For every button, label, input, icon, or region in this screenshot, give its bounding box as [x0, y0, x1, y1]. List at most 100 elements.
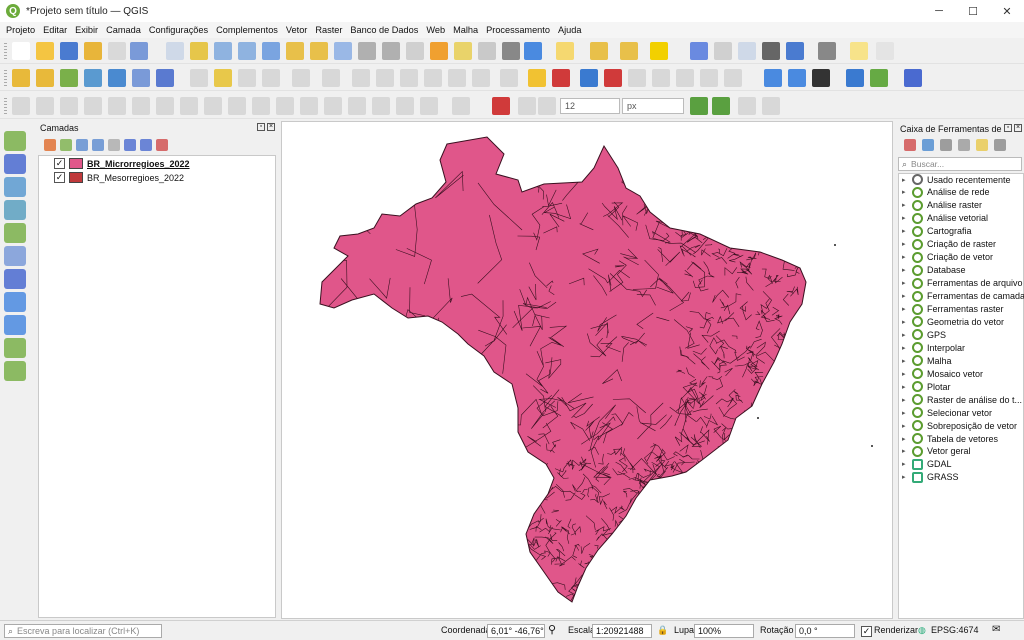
expand-arrow-icon[interactable]: ▸ [902, 370, 912, 378]
select-by-value-icon[interactable] [590, 42, 608, 60]
statistics-icon[interactable] [762, 42, 780, 60]
snapping-magnet-icon[interactable] [492, 97, 510, 115]
style-manager-icon[interactable] [130, 42, 148, 60]
copy-icon[interactable] [400, 69, 418, 87]
trim-extend-icon[interactable] [452, 97, 470, 115]
snapping-tolerance-input[interactable]: 12 [560, 98, 620, 114]
add-point-icon[interactable] [262, 69, 280, 87]
pan-to-selection-icon[interactable] [190, 42, 208, 60]
toolbox-search-input[interactable]: ⌕ Buscar... [898, 157, 1022, 171]
expand-arrow-icon[interactable]: ▸ [902, 266, 912, 274]
snapping-unit-select[interactable]: px [622, 98, 684, 114]
toolbox-tree-item[interactable]: ▸ Database [902, 264, 966, 277]
expand-arrow-icon[interactable]: ▸ [902, 305, 912, 313]
expand-arrow-icon[interactable]: ▸ [902, 227, 912, 235]
add-ring-icon[interactable] [132, 97, 150, 115]
toolbox-tree-item[interactable]: ▸ Tabela de vetores [902, 432, 998, 445]
expand-all-icon[interactable] [124, 139, 136, 151]
render-checkbox[interactable]: ✓ [861, 626, 872, 637]
new-geopackage-icon[interactable] [36, 69, 54, 87]
temporal-icon[interactable] [478, 42, 496, 60]
models-icon[interactable] [904, 139, 916, 151]
toolbox-tree-item[interactable]: ▸ Plotar [902, 380, 951, 393]
expand-arrow-icon[interactable]: ▸ [902, 201, 912, 209]
float-panel-icon[interactable]: ▫ [257, 123, 265, 131]
paste-icon[interactable] [424, 69, 442, 87]
help-icon[interactable] [904, 69, 922, 87]
toolbox-tree-item[interactable]: ▸ Criação de vetor [902, 251, 993, 264]
scripts-icon[interactable] [922, 139, 934, 151]
expand-arrow-icon[interactable]: ▸ [902, 357, 912, 365]
expand-arrow-icon[interactable]: ▸ [902, 447, 912, 455]
add-delimited-text-icon[interactable] [4, 200, 26, 220]
label-abc-icon[interactable] [528, 69, 546, 87]
toolbox-tree-item[interactable]: ▸ Vetor geral [902, 445, 971, 458]
processing-icon[interactable] [738, 42, 756, 60]
advanced-digitize-icon[interactable] [712, 97, 730, 115]
plugin-reload-icon[interactable] [870, 69, 888, 87]
toolbox-tree-item[interactable]: ▸ GDAL [902, 458, 952, 471]
new-project-icon[interactable] [12, 42, 30, 60]
maximize-button[interactable]: ☐ [956, 0, 990, 22]
merge-attrs-icon[interactable] [372, 97, 390, 115]
expand-arrow-icon[interactable]: ▸ [902, 396, 912, 404]
text-annotation-icon[interactable] [876, 42, 894, 60]
layer-item[interactable]: ✓ BR_Mesorregioes_2022 [54, 171, 184, 184]
toolbox-tree-item[interactable]: ▸ Ferramentas de arquivo [902, 277, 1023, 290]
simplify-icon[interactable] [108, 97, 126, 115]
rotate-icon[interactable] [84, 97, 102, 115]
toolbox-tree-item[interactable]: ▸ GPS [902, 328, 946, 341]
expand-arrow-icon[interactable]: ▸ [902, 176, 912, 184]
new-print-layout-icon[interactable] [84, 42, 102, 60]
style-panel-icon[interactable] [44, 139, 56, 151]
digitize-shape-icon[interactable] [12, 97, 30, 115]
layer-visibility-checkbox[interactable]: ✓ [54, 158, 65, 169]
measure-icon[interactable] [818, 42, 836, 60]
zoom-next-icon[interactable] [382, 42, 400, 60]
menu-item[interactable]: Vetor [286, 25, 307, 35]
lock-scale-icon[interactable]: 🔒 [657, 625, 668, 636]
expand-arrow-icon[interactable]: ▸ [902, 422, 912, 430]
label-move-icon[interactable] [628, 69, 646, 87]
label-pin2-icon[interactable] [700, 69, 718, 87]
toolbox-tree-item[interactable]: ▸ Usado recentemente [902, 173, 1011, 186]
expand-arrow-icon[interactable]: ▸ [902, 253, 912, 261]
toolbox-tree-item[interactable]: ▸ Sobreposição de vetor [902, 419, 1017, 432]
menu-item[interactable]: Ajuda [558, 25, 582, 35]
toolbox-tree-item[interactable]: ▸ Ferramentas raster [902, 303, 1004, 316]
expand-arrow-icon[interactable]: ▸ [902, 435, 912, 443]
minimize-button[interactable]: ─ [922, 0, 956, 22]
menu-item[interactable]: Banco de Dados [350, 25, 418, 35]
expand-arrow-icon[interactable]: ▸ [902, 331, 912, 339]
offset-point-icon[interactable] [420, 97, 438, 115]
toggle-edit-icon[interactable] [214, 69, 232, 87]
menu-item[interactable]: Complementos [216, 25, 278, 35]
add-group-icon[interactable] [60, 139, 72, 151]
menu-item[interactable]: Malha [453, 25, 478, 35]
expand-arrow-icon[interactable]: ▸ [902, 214, 912, 222]
pan-icon[interactable] [166, 42, 184, 60]
toolbox-tree-item[interactable]: ▸ Geometria do vetor [902, 315, 1004, 328]
expand-arrow-icon[interactable]: ▸ [902, 188, 912, 196]
add-vector-layer-icon[interactable] [4, 131, 26, 151]
toolbox-tree-item[interactable]: ▸ Análise raster [902, 199, 982, 212]
expand-arrow-icon[interactable]: ▸ [902, 460, 912, 468]
expand-arrow-icon[interactable]: ▸ [902, 473, 912, 481]
label-pin-icon[interactable] [552, 69, 570, 87]
select-location-icon[interactable] [650, 42, 668, 60]
extents-toggle-icon[interactable]: ⚲ [548, 623, 556, 636]
edit-features-icon[interactable] [976, 139, 988, 151]
save-project-icon[interactable] [60, 42, 78, 60]
close-button[interactable]: ✕ [990, 0, 1024, 22]
close-panel-icon[interactable]: × [267, 123, 275, 131]
collapse-all-icon[interactable] [140, 139, 152, 151]
georeference-icon[interactable] [788, 69, 806, 87]
expand-arrow-icon[interactable]: ▸ [902, 240, 912, 248]
identify-icon[interactable] [690, 42, 708, 60]
metasearch-icon[interactable] [764, 69, 782, 87]
magnifier-field[interactable]: 100% [694, 624, 754, 638]
add-part-icon[interactable] [156, 97, 174, 115]
menu-item[interactable]: Camada [106, 25, 141, 35]
label-change-icon[interactable] [676, 69, 694, 87]
toolbox-tree-item[interactable]: ▸ Interpolar [902, 341, 965, 354]
